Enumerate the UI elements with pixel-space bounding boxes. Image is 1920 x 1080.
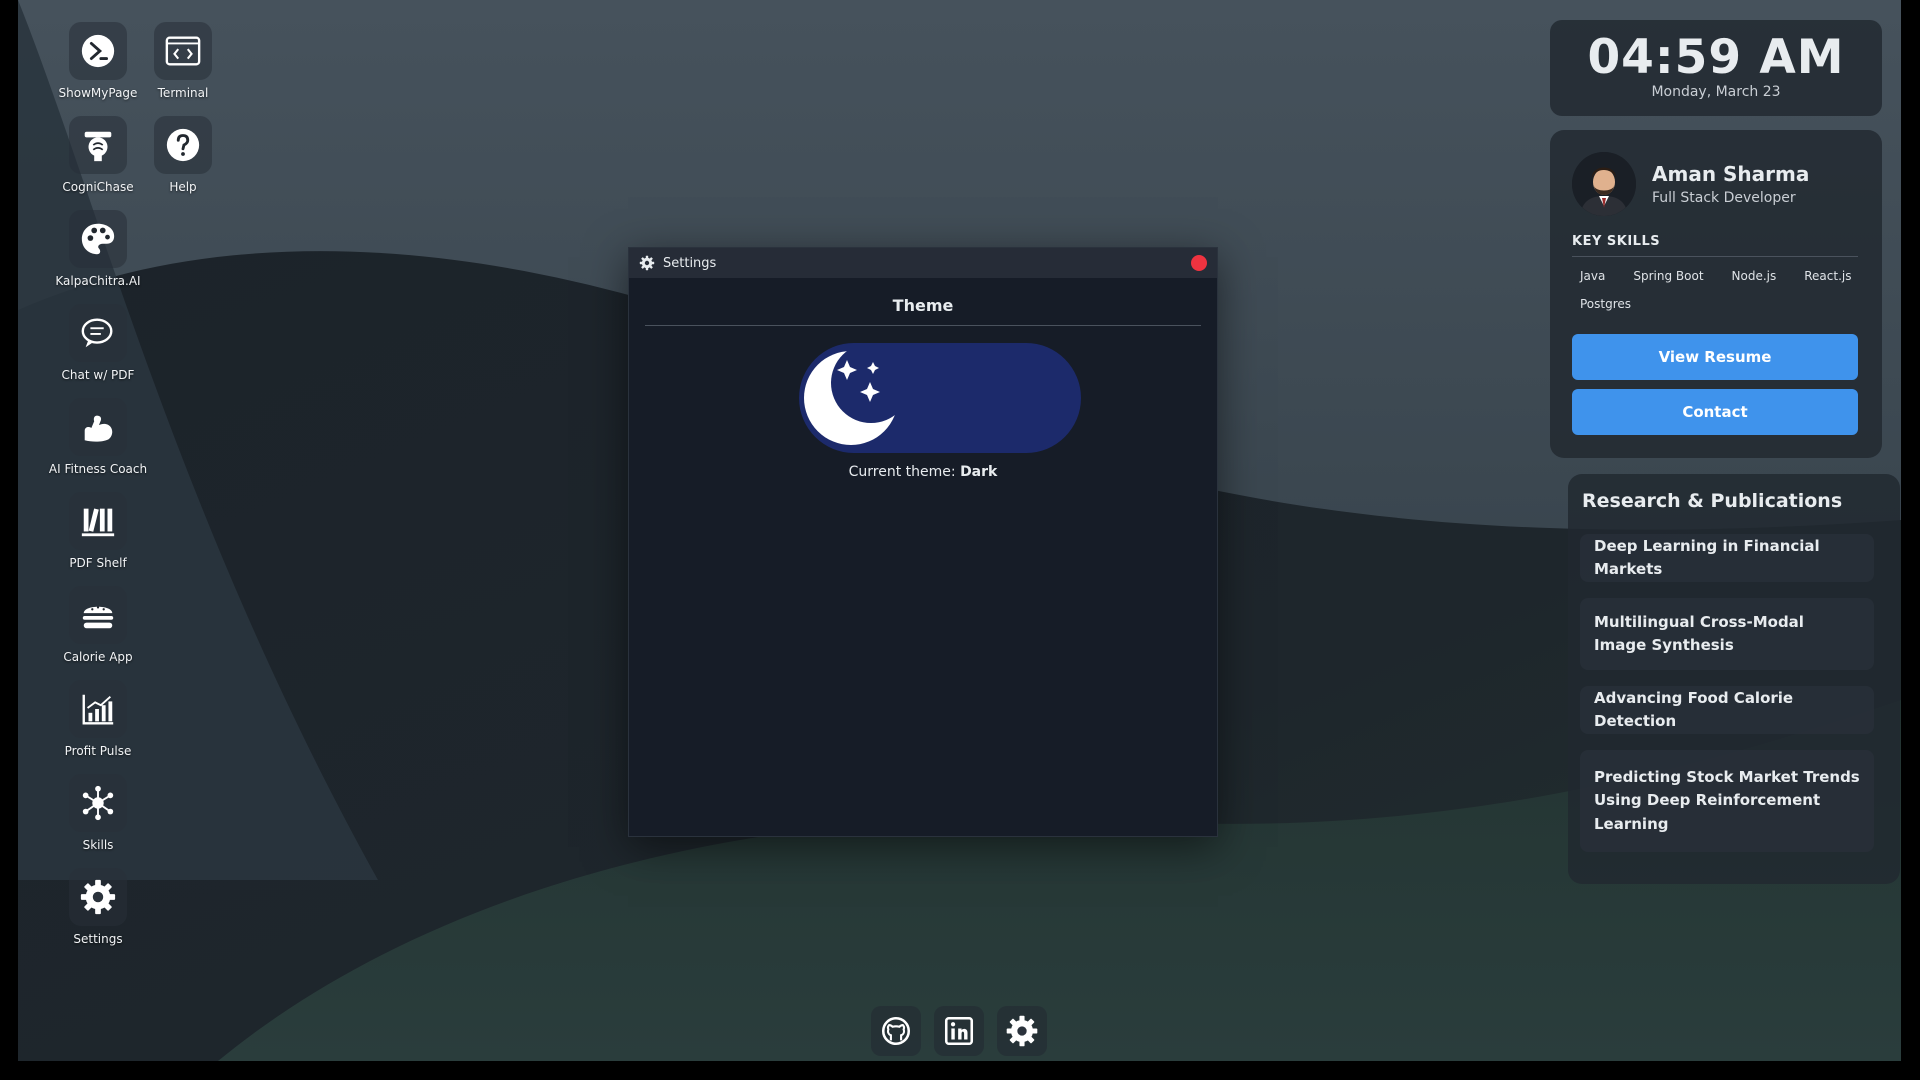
publication-item[interactable]: Deep Learning in Financial Markets — [1580, 534, 1874, 582]
desktop-icon-chat-pdf[interactable]: Chat w/ PDF — [40, 304, 156, 396]
publication-item[interactable]: Predicting Stock Market Trends Using Dee… — [1580, 750, 1874, 852]
desktop-icon-help[interactable]: Help — [125, 116, 241, 208]
current-theme-text: Current theme: Dark — [848, 464, 998, 480]
avatar — [1572, 152, 1636, 216]
desktop-icon-skills[interactable]: Skills — [40, 774, 156, 866]
skill-tag: Java — [1580, 269, 1606, 283]
help-icon — [166, 128, 200, 162]
profile-role: Full Stack Developer — [1652, 190, 1796, 206]
terminal-prompt-icon — [81, 34, 115, 68]
desktop-icon-label: KalpaChitra.AI — [55, 274, 141, 288]
desktop-icon-pdf-shelf[interactable]: PDF Shelf — [40, 492, 156, 584]
skill-tag: React.js — [1804, 269, 1852, 283]
desktop-icon-label: CogniChase — [62, 180, 134, 194]
skill-tag: Postgres — [1580, 297, 1632, 311]
desktop-icon-terminal[interactable]: Terminal — [125, 22, 241, 114]
settings-window: Settings Theme Current theme: Dark — [628, 247, 1218, 837]
desktop-icon-calorie-app[interactable]: Calorie App — [40, 586, 156, 678]
skill-tag: Node.js — [1731, 269, 1777, 283]
publication-item[interactable]: Multilingual Cross-Modal Image Synthesis — [1580, 598, 1874, 670]
desktop-icon-label: Calorie App — [63, 650, 133, 664]
network-icon — [82, 785, 114, 821]
burger-icon — [82, 606, 114, 629]
github-button[interactable] — [871, 1006, 921, 1056]
skill-tag: Spring Boot — [1633, 269, 1704, 283]
contact-button[interactable]: Contact — [1572, 389, 1858, 435]
code-window-icon — [165, 36, 201, 66]
palette-icon — [81, 223, 115, 255]
settings-dock-button[interactable] — [997, 1006, 1047, 1056]
clock-time: 04:59 AM — [1587, 30, 1845, 85]
avatar-icon — [1572, 152, 1636, 216]
theme-toggle[interactable] — [799, 343, 1081, 453]
view-resume-button[interactable]: View Resume — [1572, 334, 1858, 380]
desktop-icon-kalpachitra[interactable]: KalpaChitra.AI — [40, 210, 156, 302]
bookshelf-icon — [81, 508, 115, 537]
gear-icon — [80, 879, 116, 915]
gear-icon — [639, 255, 655, 271]
desktop-icon-profit-pulse[interactable]: Profit Pulse — [40, 680, 156, 772]
current-theme-value: Dark — [960, 464, 998, 480]
desktop-icon-fitness-coach[interactable]: AI Fitness Coach — [40, 398, 156, 490]
research-card: Research & Publications Deep Learning in… — [1568, 474, 1900, 884]
profile-card: Aman Sharma Full Stack Developer KEY SKI… — [1550, 130, 1882, 458]
profile-name: Aman Sharma — [1652, 162, 1810, 186]
desktop: ShowMyPage Terminal CogniChase Help Kalp… — [18, 0, 1901, 1061]
clock-date: Monday, March 23 — [1651, 83, 1781, 100]
clock-widget: 04:59 AM Monday, March 23 — [1550, 20, 1882, 116]
desktop-icon-label: Settings — [73, 932, 123, 946]
moon-stars-icon — [804, 351, 898, 445]
skills-list: Java Spring Boot Node.js React.js Postgr… — [1572, 266, 1872, 314]
desktop-icon-label: Chat w/ PDF — [61, 368, 135, 382]
desktop-icon-label: AI Fitness Coach — [48, 462, 148, 476]
desktop-icon-label: Skills — [82, 838, 114, 852]
section-heading: Theme — [645, 296, 1201, 326]
research-title: Research & Publications — [1582, 490, 1843, 512]
close-button[interactable] — [1191, 255, 1207, 271]
desktop-icon-label: PDF Shelf — [69, 556, 127, 570]
desktop-icon-label: Terminal — [157, 86, 209, 100]
linkedin-icon — [944, 1016, 974, 1046]
flexed-arm-icon — [84, 415, 113, 442]
desktop-icon-settings[interactable]: Settings — [40, 868, 156, 960]
github-icon — [881, 1016, 911, 1046]
settings-gear-icon — [1006, 1015, 1038, 1047]
chart-icon — [82, 694, 114, 725]
window-title: Settings — [663, 255, 717, 271]
linkedin-button[interactable] — [934, 1006, 984, 1056]
chat-icon — [81, 318, 113, 348]
robot-brain-icon — [84, 131, 112, 162]
desktop-icon-label: Help — [169, 180, 197, 194]
skills-heading: KEY SKILLS — [1572, 234, 1858, 257]
desktop-icon-label: Profit Pulse — [64, 744, 132, 758]
publication-item[interactable]: Advancing Food Calorie Detection — [1580, 686, 1874, 734]
window-titlebar[interactable]: Settings — [629, 248, 1217, 278]
